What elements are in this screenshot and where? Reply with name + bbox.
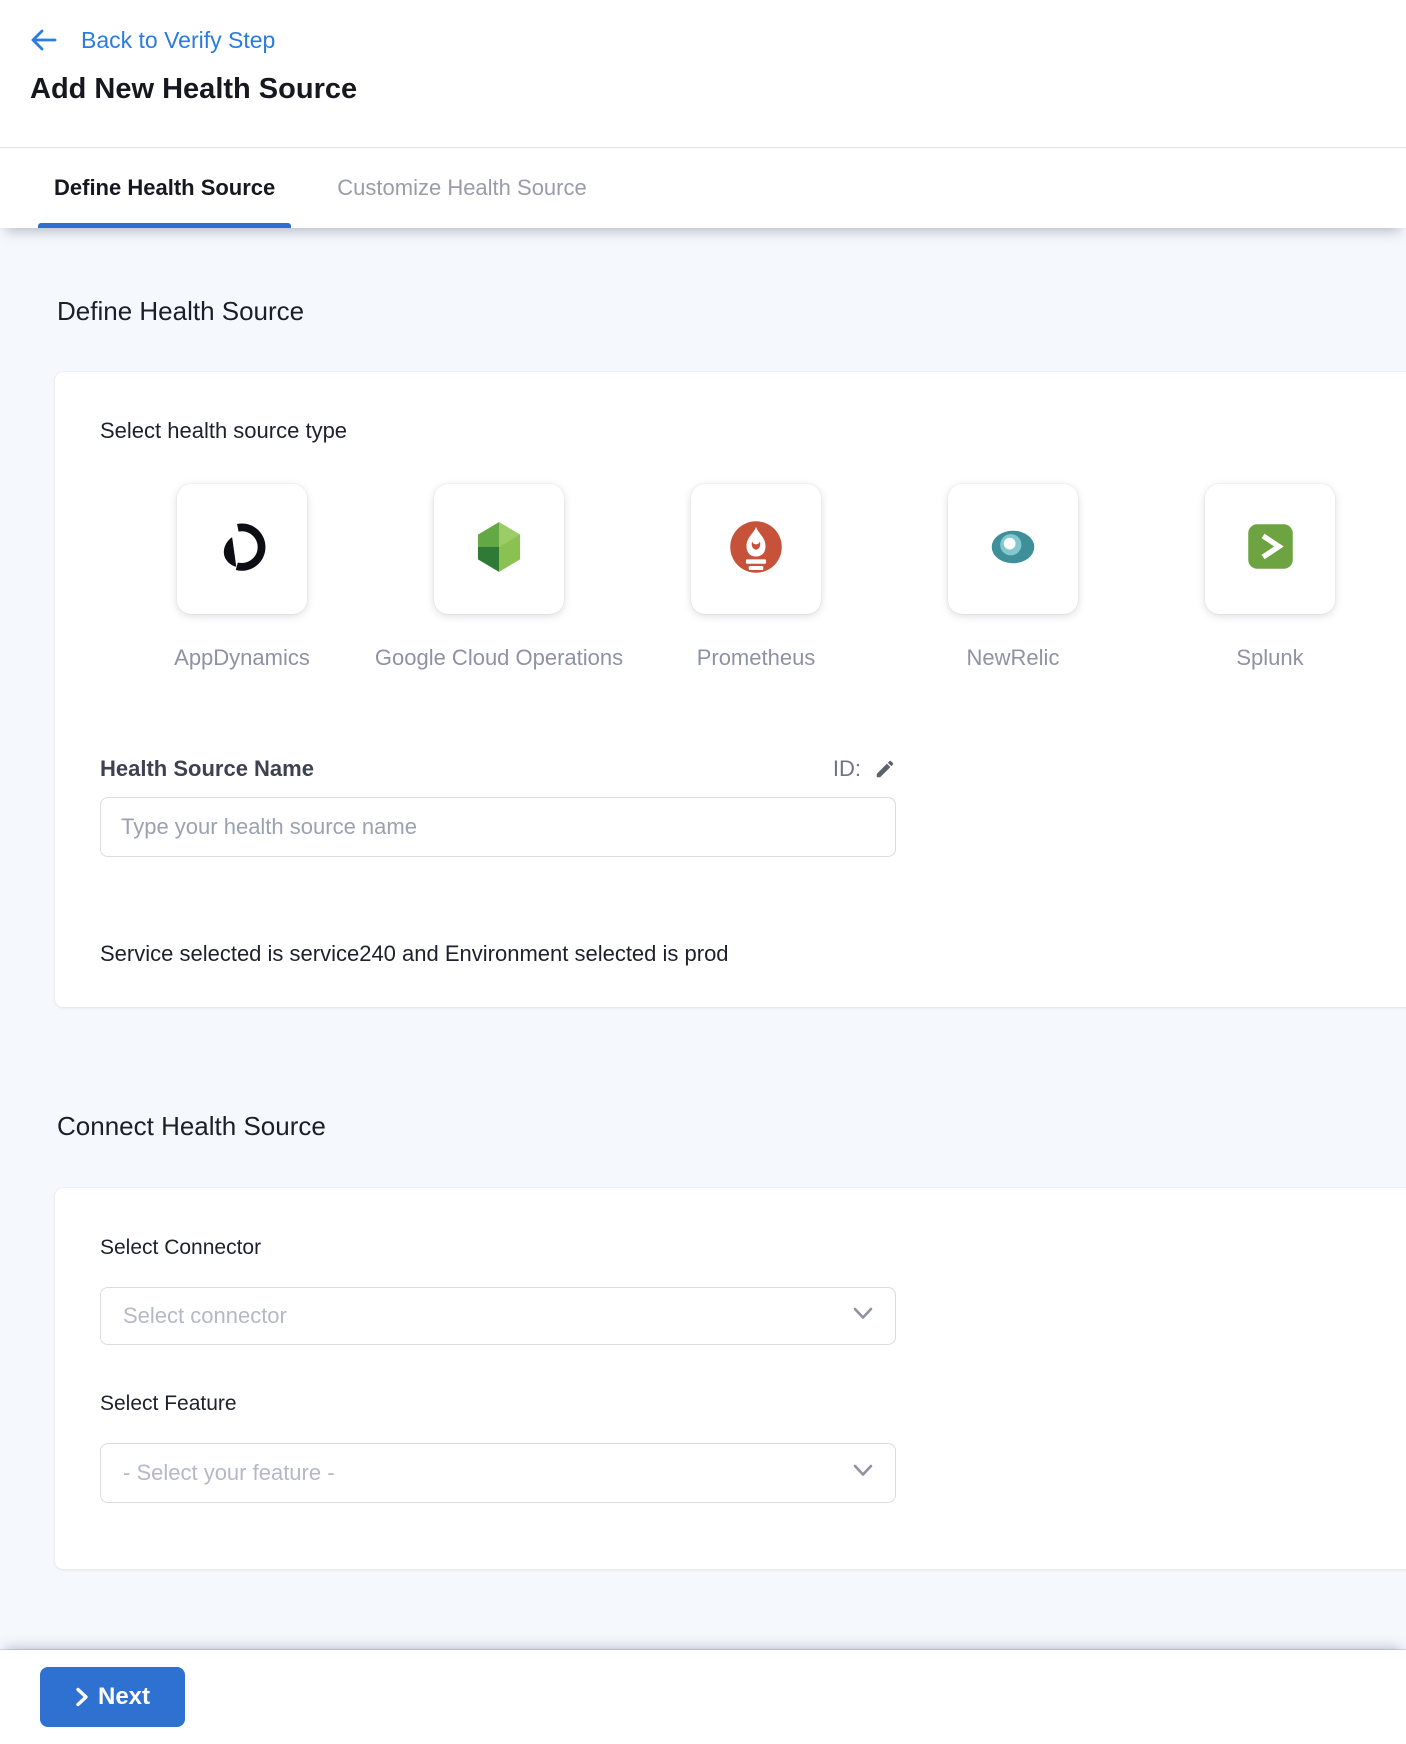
health-source-appdynamics: AppDynamics [177, 484, 307, 671]
chevron-right-icon [75, 1687, 89, 1707]
chevron-down-icon [853, 1307, 873, 1325]
splunk-icon [1244, 520, 1297, 578]
chevron-down-icon [853, 1464, 873, 1482]
google-cloud-operations-tile[interactable] [434, 484, 564, 614]
prometheus-tile[interactable] [691, 484, 821, 614]
feature-select-value: - Select your feature - [123, 1460, 335, 1486]
connector-select[interactable]: Select connector [100, 1287, 896, 1345]
health-source-prometheus: Prometheus [691, 484, 821, 671]
page-header: Back to Verify Step Add New Health Sourc… [0, 0, 1406, 148]
health-source-tile-row: AppDynamics Google Cloud Operations [177, 484, 1406, 671]
health-source-google-cloud-operations: Google Cloud Operations [434, 484, 564, 671]
tab-customize-health-source[interactable]: Customize Health Source [321, 148, 602, 228]
source-label-splunk: Splunk [1236, 645, 1303, 671]
splunk-tile[interactable] [1205, 484, 1335, 614]
next-button-label: Next [98, 1683, 150, 1711]
id-group: ID: [833, 756, 896, 782]
health-source-name-row: Health Source Name ID: [100, 755, 896, 783]
page-title: Add New Health Source [30, 71, 1376, 107]
health-source-splunk: Splunk [1205, 484, 1335, 671]
back-link[interactable]: Back to Verify Step [30, 26, 1376, 54]
google-cloud-operations-icon [472, 518, 526, 581]
tab-bar: Define Health Source Customize Health So… [0, 148, 1406, 228]
arrow-left-icon [30, 28, 57, 52]
source-label-google-cloud-operations: Google Cloud Operations [375, 645, 623, 671]
newrelic-icon [985, 524, 1041, 575]
appdynamics-icon [216, 519, 268, 580]
source-label-newrelic: NewRelic [967, 645, 1060, 671]
select-health-source-type-label: Select health source type [100, 418, 1406, 444]
connect-health-source-card: Select Connector Select connector Select… [55, 1188, 1406, 1569]
select-feature-label: Select Feature [100, 1391, 1406, 1417]
footer-bar: Next [0, 1650, 1406, 1744]
source-label-appdynamics: AppDynamics [174, 645, 310, 671]
newrelic-tile[interactable] [948, 484, 1078, 614]
connector-select-value: Select connector [123, 1303, 287, 1329]
connect-section-title: Connect Health Source [57, 1109, 1406, 1143]
source-label-prometheus: Prometheus [697, 645, 816, 671]
selection-note: Service selected is service240 and Envir… [100, 941, 1406, 967]
define-section-title: Define Health Source [57, 228, 1406, 328]
page-content: Define Health Source Select health sourc… [0, 228, 1406, 1569]
select-connector-label: Select Connector [100, 1235, 1406, 1261]
health-source-name-input[interactable] [100, 797, 896, 857]
health-source-newrelic: NewRelic [948, 484, 1078, 671]
feature-select[interactable]: - Select your feature - [100, 1443, 896, 1503]
prometheus-icon [728, 519, 784, 580]
health-source-name-label: Health Source Name [100, 755, 314, 783]
next-button[interactable]: Next [40, 1667, 185, 1727]
id-label: ID: [833, 756, 861, 782]
pencil-icon[interactable] [874, 758, 896, 780]
back-link-label: Back to Verify Step [81, 26, 275, 54]
tab-define-health-source[interactable]: Define Health Source [38, 148, 291, 228]
define-health-source-card: Select health source type AppDynamics [55, 372, 1406, 1007]
appdynamics-tile[interactable] [177, 484, 307, 614]
